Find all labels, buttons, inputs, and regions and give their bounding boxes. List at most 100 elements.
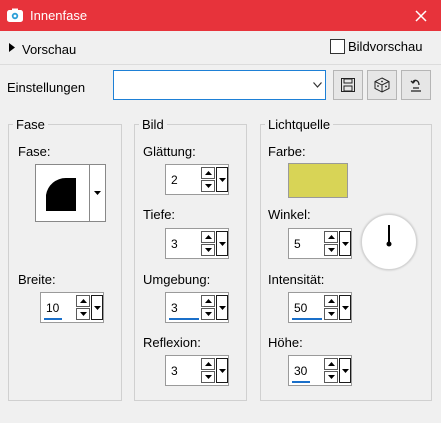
dice-icon <box>374 77 390 93</box>
arrow-up-icon <box>204 235 212 239</box>
arrow-down-icon <box>204 248 212 252</box>
reflection-spinner[interactable]: 3 <box>165 355 229 386</box>
arrow-down-icon <box>204 184 212 188</box>
elevation-increment-button[interactable] <box>324 358 338 370</box>
arrow-down-icon <box>327 248 335 252</box>
close-button[interactable] <box>401 0 441 31</box>
smoothness-decrement-button[interactable] <box>201 180 215 192</box>
arrow-up-icon <box>327 299 335 303</box>
dropdown-triangle-icon <box>218 368 226 373</box>
angle-dropdown-button[interactable] <box>339 231 351 256</box>
reflection-increment-button[interactable] <box>201 358 215 370</box>
elevation-decrement-button[interactable] <box>324 371 338 383</box>
depth-value: 3 <box>171 237 178 251</box>
elevation-value: 30 <box>294 364 308 378</box>
arrow-up-icon <box>79 299 87 303</box>
bevel-group-title: Fase <box>13 117 48 132</box>
close-icon <box>415 9 427 22</box>
title-bar: Innenfase <box>0 0 441 31</box>
dropdown-triangle-icon <box>341 368 349 373</box>
image-preview-option[interactable]: Bildvorschau <box>330 39 422 54</box>
depth-decrement-button[interactable] <box>201 244 215 256</box>
dropdown-triangle-icon <box>341 305 349 310</box>
reflection-dropdown-button[interactable] <box>216 358 228 383</box>
color-label: Farbe: <box>268 144 306 159</box>
window-title: Innenfase <box>30 8 88 23</box>
smoothness-dropdown-button[interactable] <box>216 167 228 192</box>
ambience-label: Umgebung: <box>143 272 211 287</box>
ambience-value: 3 <box>171 301 178 315</box>
arrow-down-icon <box>204 375 212 379</box>
intensity-label: Intensität: <box>268 272 325 287</box>
elevation-spinner[interactable]: 30 <box>288 355 352 386</box>
reset-settings-button[interactable] <box>401 70 431 100</box>
dropdown-triangle-icon <box>94 191 101 195</box>
bevel-preset-preview[interactable] <box>35 164 93 222</box>
camera-icon <box>7 8 23 22</box>
angle-label: Winkel: <box>268 207 311 222</box>
ambience-spinner[interactable]: 3 <box>165 292 229 323</box>
angle-spinner[interactable]: 5 <box>288 228 352 259</box>
smoothness-label: Glättung: <box>143 144 196 159</box>
settings-row: Einstellungen <box>0 65 441 109</box>
ambience-dropdown-button[interactable] <box>216 295 228 320</box>
width-dropdown-button[interactable] <box>91 295 103 320</box>
image-group-title: Bild <box>139 117 167 132</box>
preview-toggle[interactable]: Vorschau <box>22 42 76 57</box>
dropdown-triangle-icon <box>218 241 226 246</box>
smoothness-increment-button[interactable] <box>201 167 215 179</box>
expand-arrow-icon[interactable] <box>9 43 15 52</box>
smoothness-spinner[interactable]: 2 <box>165 164 229 195</box>
random-settings-button[interactable] <box>367 70 397 100</box>
light-group-title: Lichtquelle <box>265 117 334 132</box>
dropdown-triangle-icon <box>218 177 226 182</box>
arrow-down-icon <box>79 312 87 316</box>
arrow-up-icon <box>204 171 212 175</box>
settings-combobox[interactable] <box>113 70 326 100</box>
depth-increment-button[interactable] <box>201 231 215 243</box>
light-color-swatch[interactable] <box>288 163 348 198</box>
ambience-decrement-button[interactable] <box>201 308 215 320</box>
chevron-down-icon <box>312 82 322 88</box>
intensity-dropdown-button[interactable] <box>339 295 351 320</box>
intensity-decrement-button[interactable] <box>324 308 338 320</box>
bevel-preset-dropdown[interactable] <box>89 164 106 222</box>
angle-value: 5 <box>294 237 301 251</box>
arrow-up-icon <box>204 362 212 366</box>
preview-row: Vorschau Bildvorschau <box>0 31 441 65</box>
save-preset-button[interactable] <box>333 70 363 100</box>
depth-dropdown-button[interactable] <box>216 231 228 256</box>
dropdown-triangle-icon <box>341 241 349 246</box>
arrow-up-icon <box>327 362 335 366</box>
angle-dial[interactable] <box>361 214 417 270</box>
width-label: Breite: <box>18 272 56 287</box>
angle-needle-icon <box>386 225 392 247</box>
reflection-label: Reflexion: <box>143 335 201 350</box>
angle-increment-button[interactable] <box>324 231 338 243</box>
depth-spinner[interactable]: 3 <box>165 228 229 259</box>
reflection-decrement-button[interactable] <box>201 371 215 383</box>
intensity-value: 50 <box>294 301 308 315</box>
reflection-value: 3 <box>171 364 178 378</box>
width-decrement-button[interactable] <box>76 308 90 320</box>
bevel-label: Fase: <box>18 144 51 159</box>
arrow-up-icon <box>204 299 212 303</box>
settings-label: Einstellungen <box>7 80 86 95</box>
dropdown-triangle-icon <box>218 305 226 310</box>
settings-dropdown-button[interactable] <box>309 71 325 99</box>
intensity-increment-button[interactable] <box>324 295 338 307</box>
ambience-increment-button[interactable] <box>201 295 215 307</box>
angle-decrement-button[interactable] <box>324 244 338 256</box>
width-increment-button[interactable] <box>76 295 90 307</box>
intensity-spinner[interactable]: 50 <box>288 292 352 323</box>
width-spinner[interactable]: 10 <box>40 292 104 323</box>
bevel-shape-icon <box>46 177 76 211</box>
elevation-label: Höhe: <box>268 335 303 350</box>
elevation-dropdown-button[interactable] <box>339 358 351 383</box>
smoothness-value: 2 <box>171 173 178 187</box>
arrow-up-icon <box>327 235 335 239</box>
reset-icon <box>410 79 421 92</box>
arrow-down-icon <box>327 312 335 316</box>
depth-label: Tiefe: <box>143 207 176 222</box>
image-preview-checkbox[interactable] <box>330 39 345 54</box>
